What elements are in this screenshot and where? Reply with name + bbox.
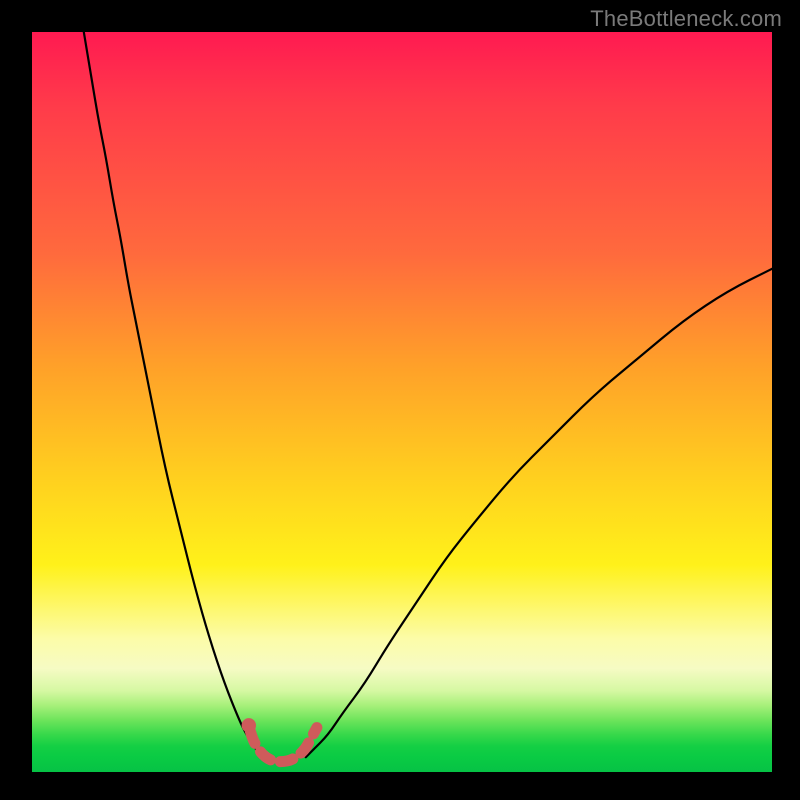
chart-frame: TheBottleneck.com — [0, 0, 800, 800]
plot-area — [32, 32, 772, 772]
chart-svg — [32, 32, 772, 772]
watermark-text: TheBottleneck.com — [590, 6, 782, 32]
series-group — [84, 32, 772, 762]
point-marker-dot — [242, 718, 256, 732]
series-left-branch — [84, 32, 262, 757]
series-right-branch — [306, 269, 772, 757]
